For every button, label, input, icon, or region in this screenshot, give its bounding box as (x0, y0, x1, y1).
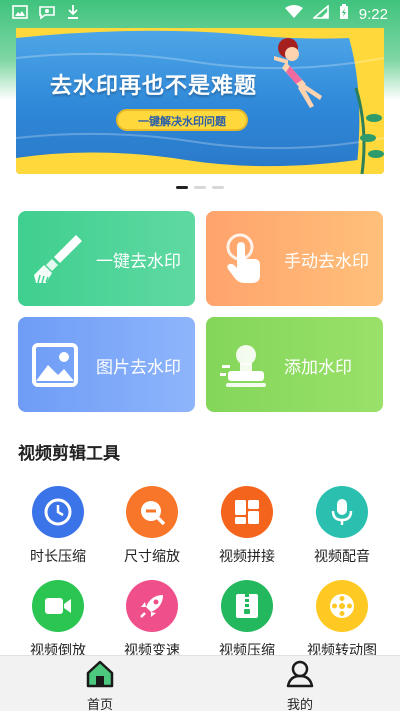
banner-title: 去水印再也不是难题 (50, 74, 258, 99)
signal-icon (311, 4, 329, 23)
clock-icon (32, 486, 84, 538)
tool-duration-compress[interactable]: 时长压缩 (18, 486, 98, 566)
film-reel-icon (316, 580, 368, 632)
person-icon (285, 659, 315, 693)
nav-item-home[interactable]: 首页 (0, 656, 200, 711)
feature-label: 图片去水印 (96, 358, 181, 378)
tool-label: 时长压缩 (30, 549, 86, 565)
feature-card-one-click-remove[interactable]: 一键去水印 (18, 211, 195, 306)
microphone-icon (316, 486, 368, 538)
tool-video-dubbing[interactable]: 视频配音 (302, 486, 382, 566)
bottom-nav: 首页 我的 (0, 655, 400, 711)
feature-card-manual-remove[interactable]: 手动去水印 (206, 211, 383, 306)
swimmer-illustration (266, 34, 330, 118)
tool-video-compress[interactable]: 视频压缩 (207, 580, 287, 660)
home-icon (85, 659, 115, 693)
feature-card-image-remove[interactable]: 图片去水印 (18, 317, 195, 412)
wifi-icon (284, 5, 303, 23)
tool-size-scale[interactable]: 尺寸缩放 (112, 486, 192, 566)
banner-pagination (0, 186, 400, 189)
tool-video-to-gif[interactable]: 视频转动图 (302, 580, 382, 660)
promo-banner[interactable]: 去水印再也不是难题 一键解决水印问题 (16, 28, 384, 174)
tool-video-reverse[interactable]: 视频倒放 (18, 580, 98, 660)
chat-bug-icon (38, 4, 56, 24)
archive-icon (221, 580, 273, 632)
status-time: 9:22 (358, 5, 388, 23)
picture-icon (30, 337, 86, 398)
image-icon (12, 5, 28, 23)
grid-icon (221, 486, 273, 538)
brush-icon (30, 231, 86, 292)
tool-video-speed[interactable]: 视频变速 (112, 580, 192, 660)
tool-video-concat[interactable]: 视频拼接 (207, 486, 287, 566)
tool-label: 视频配音 (314, 549, 370, 565)
tool-label: 视频拼接 (219, 549, 275, 565)
video-camera-icon (32, 580, 84, 632)
banner-cta-button[interactable]: 一键解决水印问题 (116, 109, 248, 131)
hand-tap-icon (218, 231, 274, 292)
feature-label: 添加水印 (284, 358, 352, 378)
rocket-icon (126, 580, 178, 632)
feature-label: 手动去水印 (284, 252, 369, 272)
feature-label: 一键去水印 (96, 252, 181, 272)
nav-item-mine[interactable]: 我的 (200, 656, 400, 711)
status-bar: 9:22 (0, 0, 400, 28)
stamp-icon (218, 337, 274, 398)
tool-label: 尺寸缩放 (124, 549, 180, 565)
pagination-dot (212, 186, 224, 189)
download-icon (66, 4, 80, 24)
pagination-dot (194, 186, 206, 189)
nav-label: 首页 (86, 698, 113, 711)
section-title-video-tools: 视频剪辑工具 (18, 444, 120, 464)
feature-card-add-watermark[interactable]: 添加水印 (206, 317, 383, 412)
battery-charging-icon (339, 4, 349, 24)
pagination-dot-active (176, 186, 188, 189)
zoom-out-icon (126, 486, 178, 538)
nav-label: 我的 (286, 698, 313, 711)
